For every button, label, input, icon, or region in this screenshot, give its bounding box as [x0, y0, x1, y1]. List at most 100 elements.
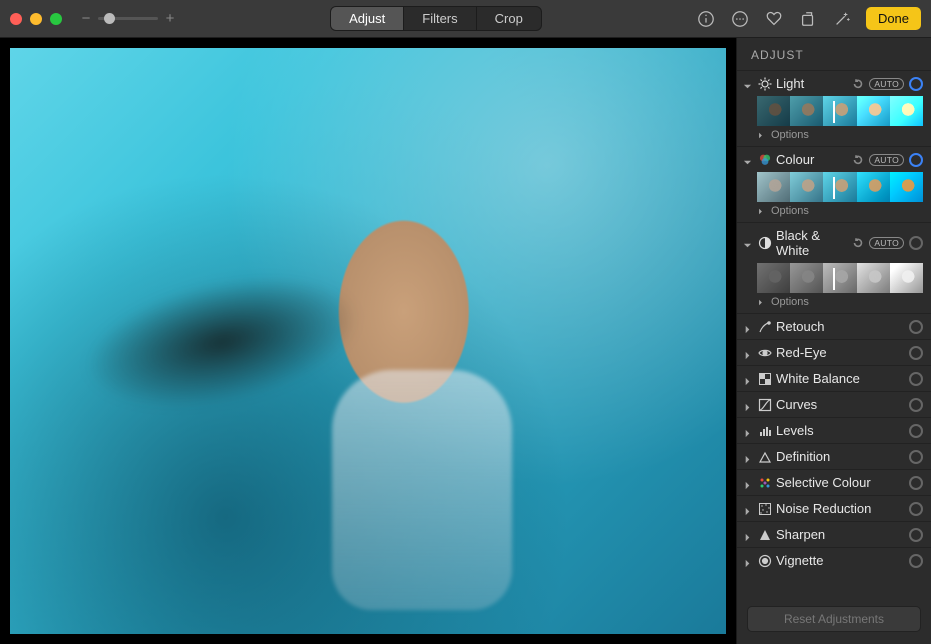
chevron-down-icon	[743, 238, 753, 248]
reset-bw-icon[interactable]	[852, 237, 864, 249]
tab-adjust[interactable]: Adjust	[331, 7, 403, 30]
done-button[interactable]: Done	[866, 7, 921, 30]
reset-light-icon[interactable]	[852, 78, 864, 90]
chevron-down-icon	[743, 155, 753, 165]
chevron-right-icon	[743, 374, 753, 384]
adjustment-whitebalance-header[interactable]: White Balance	[743, 371, 923, 386]
toggle-light-ring[interactable]	[909, 77, 923, 91]
chevron-right-icon	[757, 130, 767, 140]
adjustment-curves-header[interactable]: Curves	[743, 397, 923, 412]
zoom-control: − +	[80, 10, 176, 27]
adjustment-light: Light AUTO Options	[737, 70, 931, 146]
adjustment-selective: Selective Colour	[737, 469, 931, 495]
curves-icon	[757, 397, 772, 412]
adjustment-bw-header[interactable]: Black & White AUTO	[743, 228, 923, 258]
noise-icon	[757, 501, 772, 516]
toggle-sharpen-ring[interactable]	[909, 528, 923, 542]
adjustment-retouch-header[interactable]: Retouch	[743, 319, 923, 334]
adjustment-curves-label: Curves	[776, 397, 905, 412]
zoom-out-icon[interactable]: −	[80, 10, 92, 27]
toggle-redeye-ring[interactable]	[909, 346, 923, 360]
photo-canvas[interactable]	[0, 38, 736, 644]
sidebar-title: ADJUST	[737, 38, 931, 70]
colour-slider-thumbs[interactable]	[757, 172, 923, 202]
adjustment-curves: Curves	[737, 391, 931, 417]
reset-adjustments-button[interactable]: Reset Adjustments	[747, 606, 921, 632]
adjustment-redeye-header[interactable]: Red-Eye	[743, 345, 923, 360]
colour-options-label: Options	[771, 205, 809, 217]
chevron-right-icon	[757, 297, 767, 307]
adjustment-redeye-label: Red-Eye	[776, 345, 905, 360]
auto-bw-button[interactable]: AUTO	[869, 237, 904, 249]
adjustment-definition-header[interactable]: Definition	[743, 449, 923, 464]
adjustment-colour-header[interactable]: Colour AUTO	[743, 152, 923, 167]
chevron-right-icon	[743, 556, 753, 566]
adjustment-sharpen-header[interactable]: Sharpen	[743, 527, 923, 542]
zoom-slider[interactable]	[98, 17, 158, 20]
light-options-label: Options	[771, 129, 809, 141]
whitebalance-icon	[757, 371, 772, 386]
bw-slider-thumbs[interactable]	[757, 263, 923, 293]
chevron-right-icon	[743, 322, 753, 332]
definition-icon	[757, 449, 772, 464]
more-icon[interactable]	[730, 9, 750, 29]
adjustment-light-header[interactable]: Light AUTO	[743, 76, 923, 91]
toggle-whitebalance-ring[interactable]	[909, 372, 923, 386]
toggle-retouch-ring[interactable]	[909, 320, 923, 334]
adjustment-vignette: Vignette	[737, 547, 931, 573]
adjustment-vignette-header[interactable]: Vignette	[743, 553, 923, 568]
adjustment-noise-header[interactable]: Noise Reduction	[743, 501, 923, 516]
auto-colour-button[interactable]: AUTO	[869, 154, 904, 166]
toolbar-actions: Done	[696, 7, 921, 30]
chevron-right-icon	[743, 400, 753, 410]
info-icon[interactable]	[696, 9, 716, 29]
sharpen-icon	[757, 527, 772, 542]
adjustment-whitebalance: White Balance	[737, 365, 931, 391]
auto-light-button[interactable]: AUTO	[869, 78, 904, 90]
toggle-noise-ring[interactable]	[909, 502, 923, 516]
chevron-right-icon	[743, 348, 753, 358]
adjustment-levels-header[interactable]: Levels	[743, 423, 923, 438]
adjustment-definition-label: Definition	[776, 449, 905, 464]
adjust-sidebar: ADJUST Light AUTO Optio	[736, 38, 931, 644]
adjustment-bw: Black & White AUTO Options	[737, 222, 931, 313]
toggle-selective-ring[interactable]	[909, 476, 923, 490]
toggle-bw-ring[interactable]	[909, 236, 923, 250]
toggle-definition-ring[interactable]	[909, 450, 923, 464]
colour-options-toggle[interactable]: Options	[757, 205, 923, 217]
rotate-icon[interactable]	[798, 9, 818, 29]
adjustment-vignette-label: Vignette	[776, 553, 905, 568]
light-icon	[757, 76, 772, 91]
toggle-vignette-ring[interactable]	[909, 554, 923, 568]
light-slider-thumbs[interactable]	[757, 96, 923, 126]
reset-colour-icon[interactable]	[852, 154, 864, 166]
toggle-curves-ring[interactable]	[909, 398, 923, 412]
photo-preview	[10, 48, 726, 634]
zoom-in-icon[interactable]: +	[164, 10, 176, 27]
adjustment-levels: Levels	[737, 417, 931, 443]
edit-mode-tabs: Adjust Filters Crop	[330, 6, 542, 31]
bw-options-toggle[interactable]: Options	[757, 296, 923, 308]
chevron-down-icon	[743, 79, 753, 89]
tab-crop[interactable]: Crop	[476, 7, 541, 30]
tab-filters[interactable]: Filters	[403, 7, 475, 30]
adjustment-definition: Definition	[737, 443, 931, 469]
adjustment-light-label: Light	[776, 76, 848, 91]
auto-enhance-icon[interactable]	[832, 9, 852, 29]
minimize-window-button[interactable]	[30, 13, 42, 25]
titlebar: − + Adjust Filters Crop Done	[0, 0, 931, 38]
adjustment-sharpen-label: Sharpen	[776, 527, 905, 542]
light-options-toggle[interactable]: Options	[757, 129, 923, 141]
favorite-icon[interactable]	[764, 9, 784, 29]
adjustment-selective-header[interactable]: Selective Colour	[743, 475, 923, 490]
toggle-colour-ring[interactable]	[909, 153, 923, 167]
adjustment-redeye: Red-Eye	[737, 339, 931, 365]
toggle-levels-ring[interactable]	[909, 424, 923, 438]
adjustment-colour-label: Colour	[776, 152, 848, 167]
fullscreen-window-button[interactable]	[50, 13, 62, 25]
adjustment-bw-label: Black & White	[776, 228, 848, 258]
close-window-button[interactable]	[10, 13, 22, 25]
levels-icon	[757, 423, 772, 438]
colour-icon	[757, 152, 772, 167]
bw-icon	[757, 236, 772, 251]
